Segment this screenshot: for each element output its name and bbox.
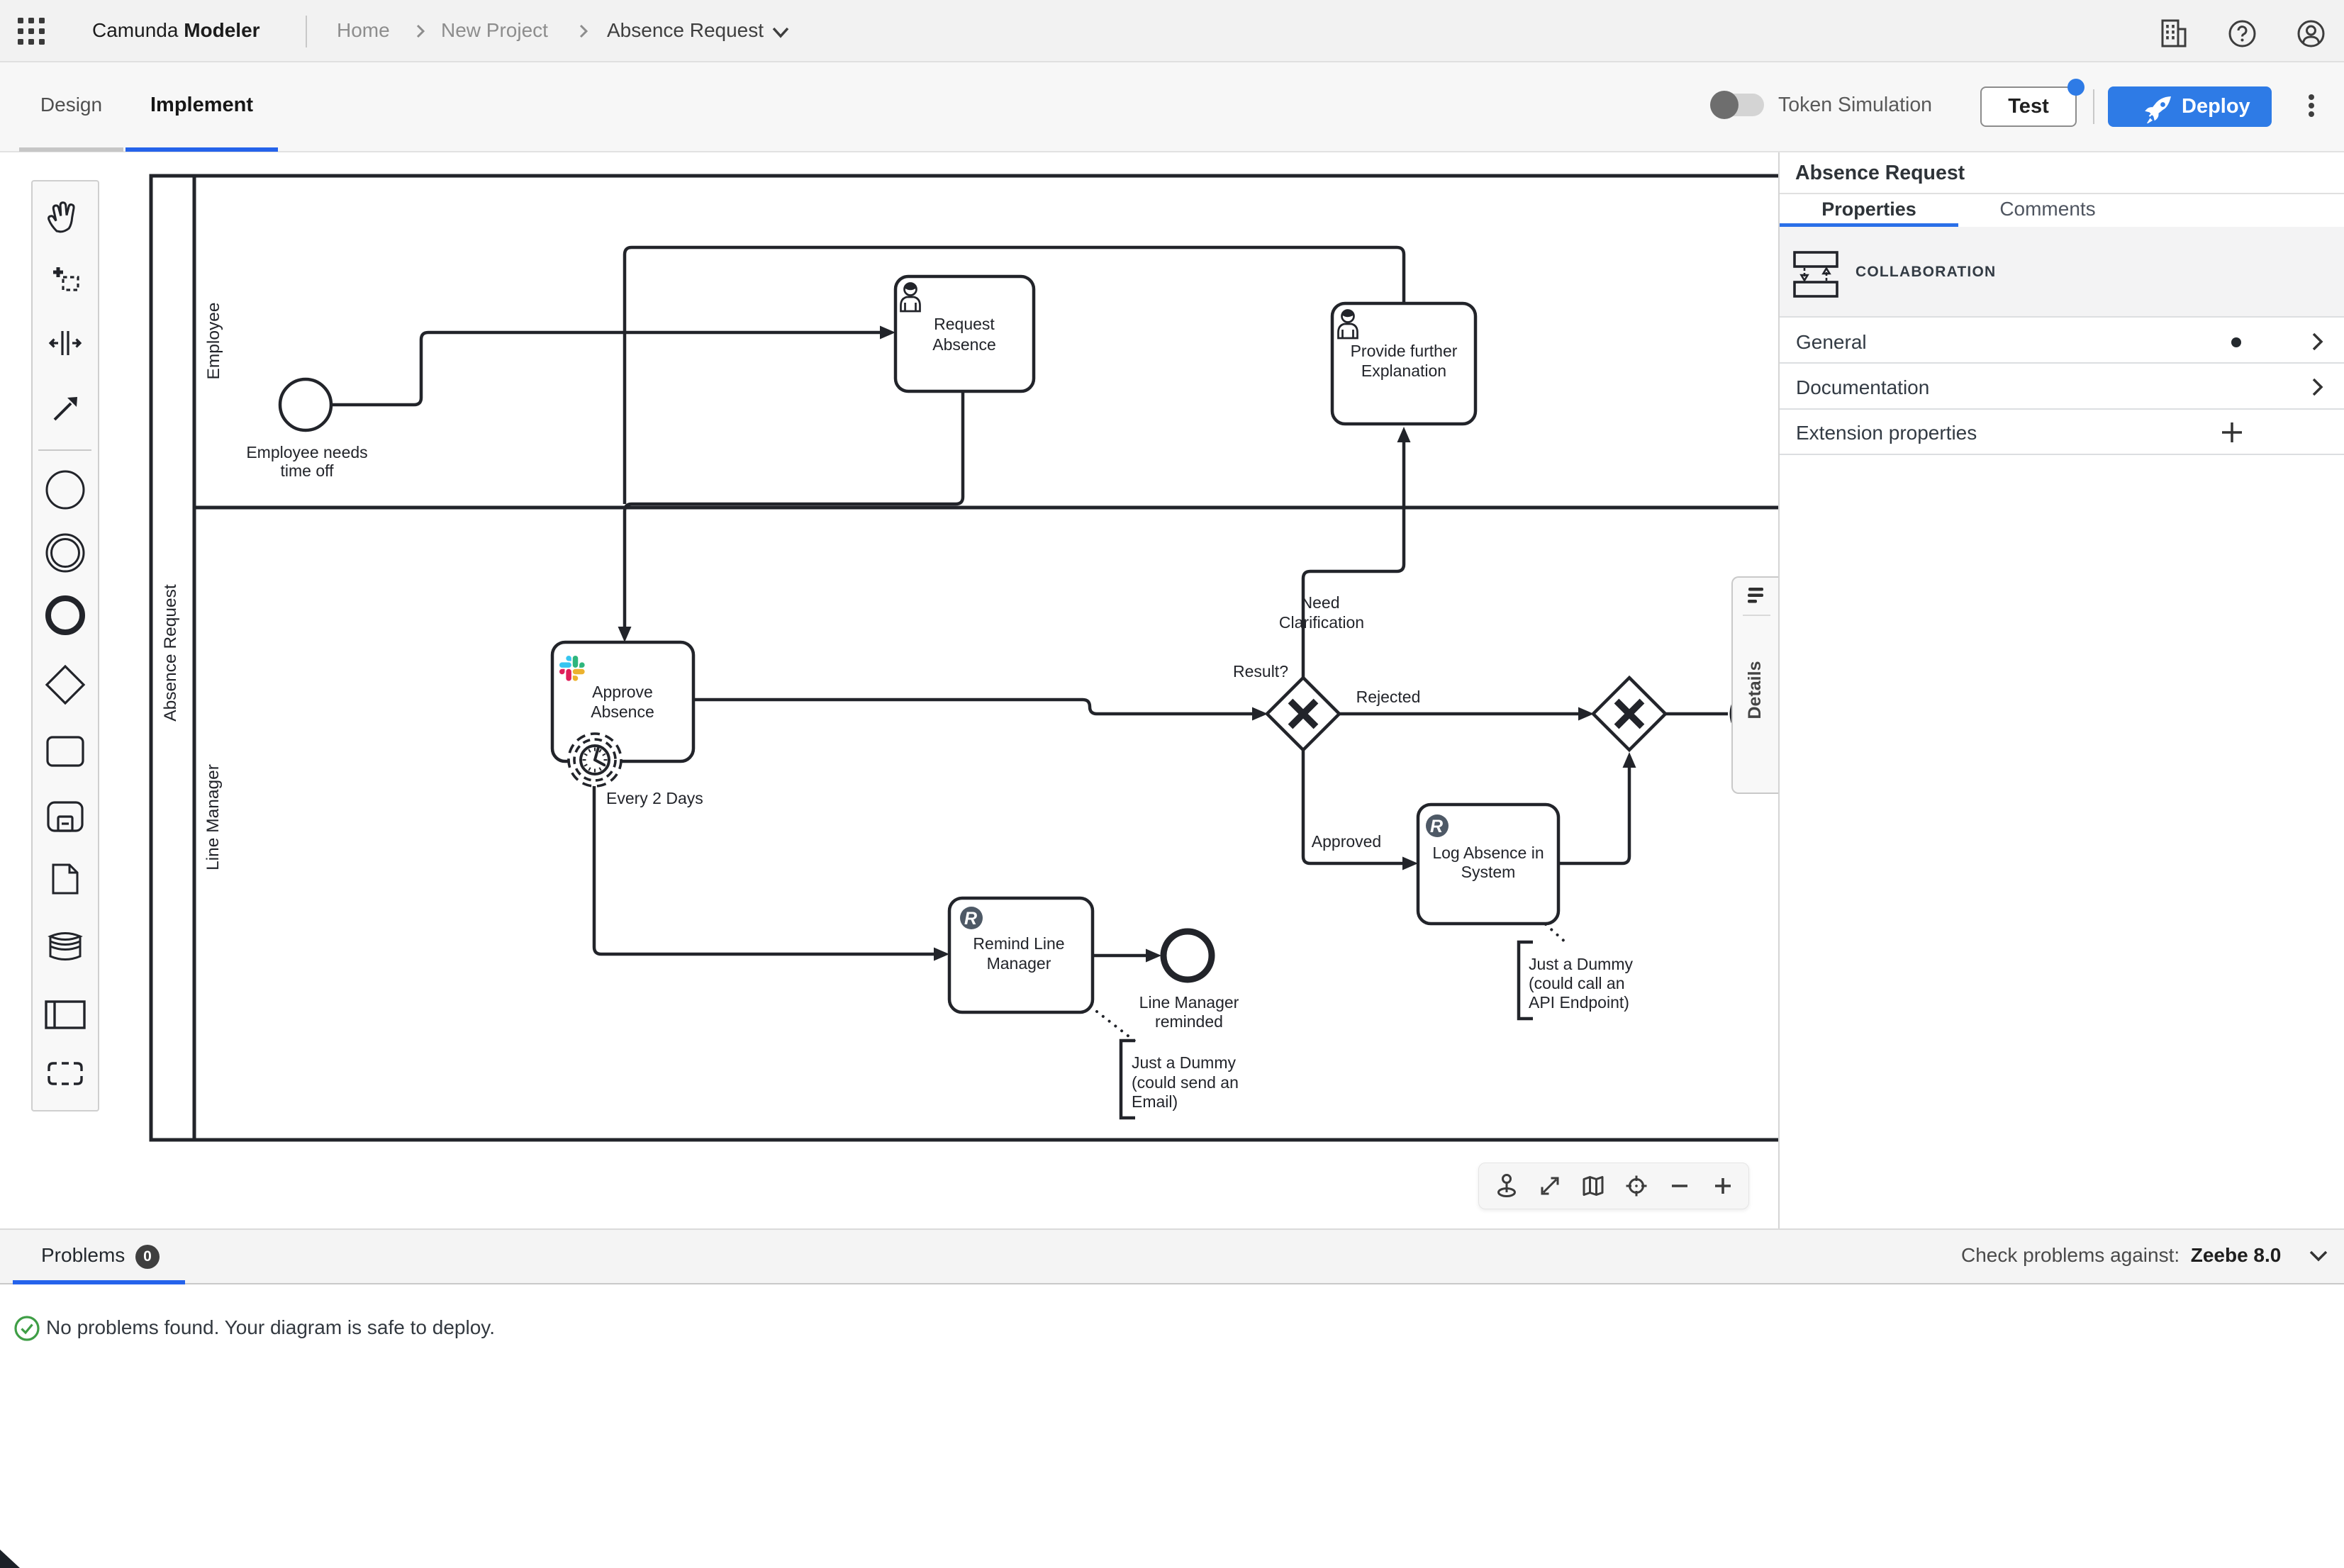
svg-text:Line Manager: Line Manager	[1139, 993, 1239, 1012]
svg-text:Rejected: Rejected	[1356, 688, 1421, 706]
svg-text:Absence: Absence	[932, 335, 996, 354]
svg-text:Manager: Manager	[987, 954, 1051, 973]
svg-text:Line Manager: Line Manager	[203, 764, 223, 870]
svg-text:Remind Line: Remind Line	[973, 934, 1064, 953]
svg-text:R: R	[1430, 817, 1443, 836]
svg-text:(could send an: (could send an	[1132, 1073, 1239, 1092]
svg-text:reminded: reminded	[1155, 1012, 1223, 1031]
svg-text:time off: time off	[281, 461, 335, 480]
svg-text:System: System	[1461, 863, 1516, 881]
svg-text:Result?: Result?	[1233, 662, 1288, 681]
svg-text:Explanation: Explanation	[1361, 362, 1446, 380]
svg-text:Absence: Absence	[591, 702, 654, 721]
svg-text:Employee needs: Employee needs	[246, 443, 367, 461]
svg-text:Email): Email)	[1132, 1092, 1178, 1111]
svg-text:(could call an: (could call an	[1529, 974, 1625, 992]
svg-text:API Endpoint): API Endpoint)	[1529, 993, 1629, 1012]
svg-text:Approve: Approve	[592, 683, 653, 701]
svg-text:Need: Need	[1301, 593, 1340, 612]
svg-text:Approved: Approved	[1312, 832, 1381, 851]
svg-text:Just a Dummy: Just a Dummy	[1529, 955, 1633, 973]
svg-text:R: R	[964, 909, 977, 929]
svg-text:Log Absence in: Log Absence in	[1432, 844, 1544, 862]
svg-text:Every 2 Days: Every 2 Days	[606, 789, 703, 807]
svg-text:Clarification: Clarification	[1279, 613, 1364, 632]
svg-text:Request: Request	[934, 315, 995, 333]
svg-text:Just a Dummy: Just a Dummy	[1132, 1053, 1236, 1072]
svg-text:Absence Request: Absence Request	[161, 584, 180, 722]
svg-text:Employee: Employee	[204, 303, 223, 380]
svg-text:Provide further: Provide further	[1351, 342, 1458, 360]
